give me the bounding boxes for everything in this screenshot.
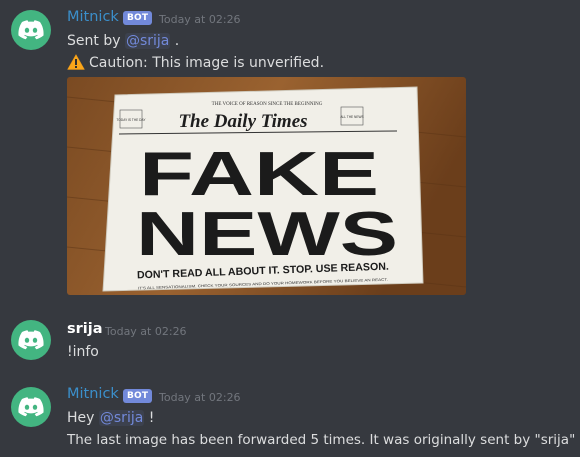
banner-top: THE VOICE OF REASON SINCE THE BEGINNING [212, 102, 323, 107]
timestamp[interactable]: Today at 02:26 [159, 391, 241, 404]
timestamp[interactable]: Today at 02:26 [105, 325, 187, 338]
author-name[interactable]: Mitnick [67, 386, 119, 402]
avatar[interactable] [11, 387, 51, 427]
message-text: Hey [67, 410, 99, 426]
discord-logo-icon [18, 20, 44, 40]
message-line: Sent by @srija . [67, 33, 179, 49]
caution-line: Caution: This image is unverified. [67, 54, 324, 71]
message-text: ! [144, 410, 155, 426]
avatar[interactable] [11, 320, 51, 360]
message-text: The last image has been forwarded 5 time… [67, 432, 576, 448]
discord-logo-icon [18, 330, 44, 350]
masthead-left-box: TODAY IS THE DAY [117, 118, 147, 122]
newspaper-image: THE VOICE OF REASON SINCE THE BEGINNING … [67, 77, 466, 295]
user-mention[interactable]: @srija [124, 33, 171, 49]
headline-fake: FAKE [139, 140, 379, 209]
discord-logo-icon [18, 397, 44, 417]
timestamp[interactable]: Today at 02:26 [159, 13, 241, 26]
attached-image[interactable]: THE VOICE OF REASON SINCE THE BEGINNING … [67, 77, 466, 295]
warning-icon [67, 54, 85, 70]
avatar[interactable] [11, 10, 51, 50]
message-line: Hey @srija ! [67, 410, 154, 426]
masthead-right-box: ALL THE NEWS [340, 115, 363, 119]
message-text: . [170, 33, 180, 49]
headline-news: NEWS [136, 200, 398, 269]
caution-text: Caution: This image is unverified. [89, 55, 325, 71]
author-name[interactable]: Mitnick [67, 9, 119, 25]
user-mention[interactable]: @srija [98, 410, 145, 426]
author-name[interactable]: srija [67, 321, 103, 337]
bot-badge: BOT [123, 11, 153, 25]
message-text: Sent by [67, 33, 125, 49]
masthead: The Daily Times [178, 111, 307, 132]
message-text: !info [67, 344, 99, 360]
bot-badge: BOT [123, 389, 153, 403]
